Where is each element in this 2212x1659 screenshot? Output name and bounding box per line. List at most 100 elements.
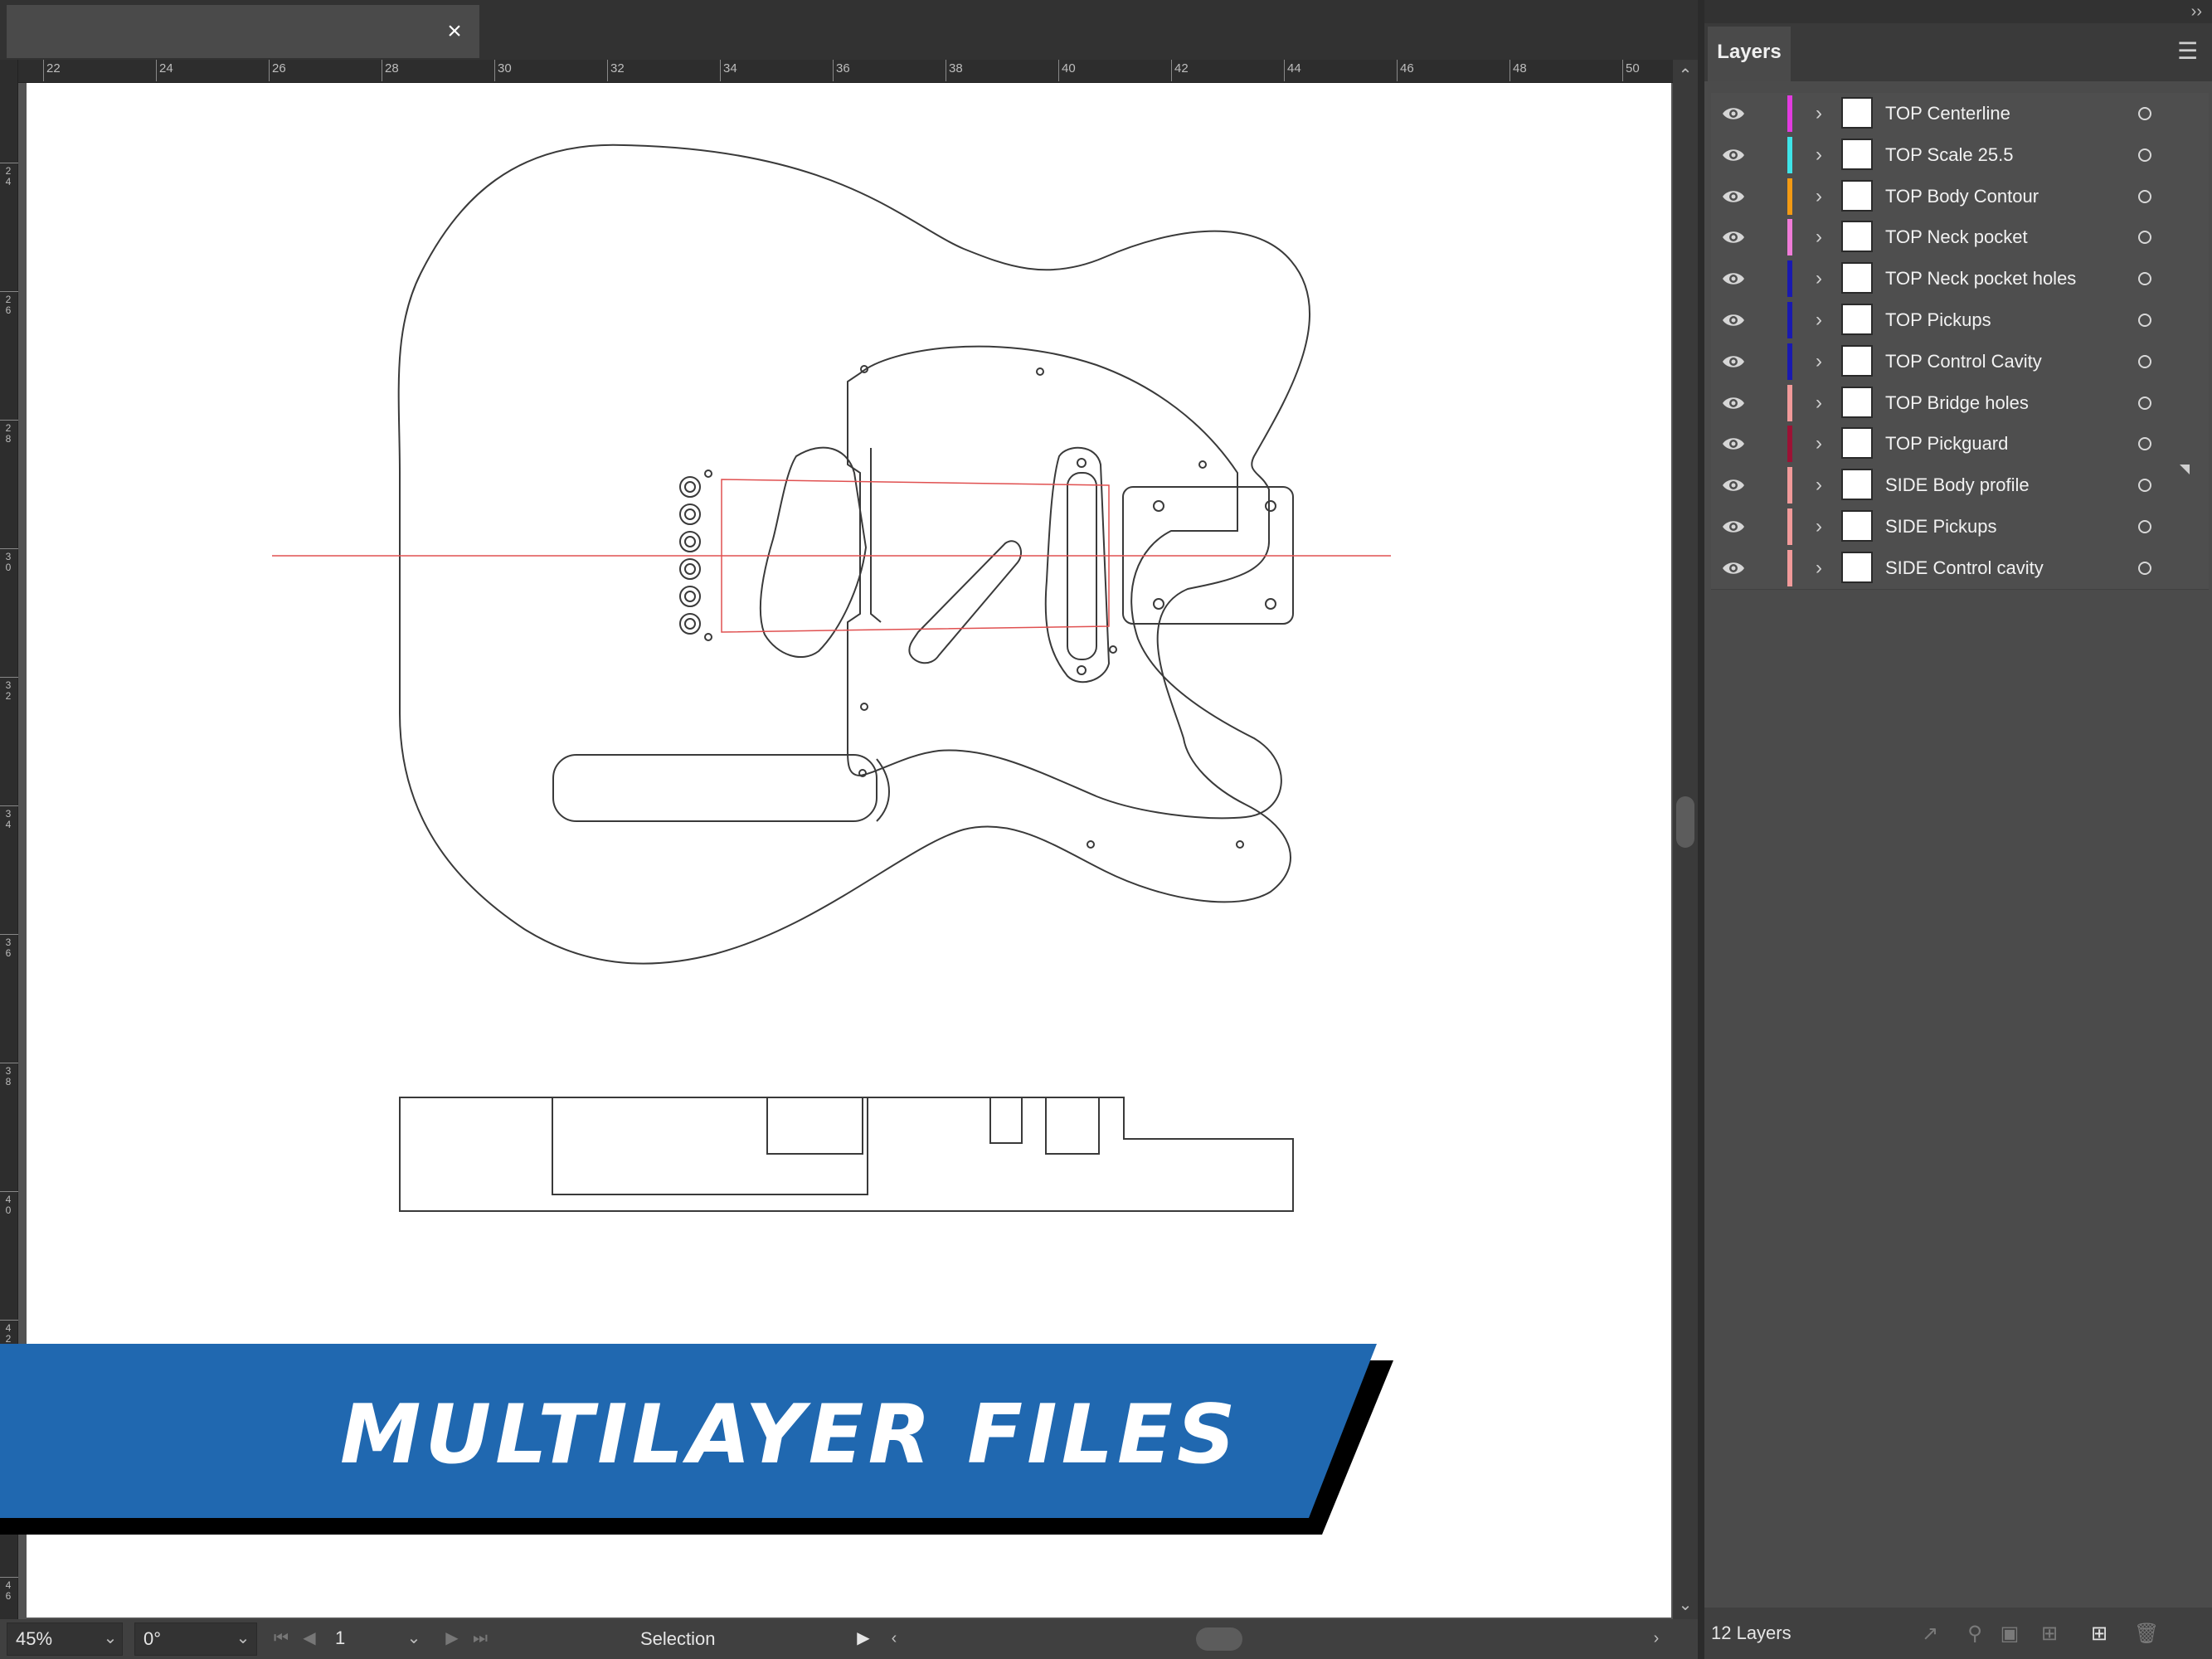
visibility-eye-icon[interactable] [1721, 434, 1746, 454]
layer-row[interactable]: › TOP Control Cavity [1711, 340, 2209, 383]
scroll-left-icon[interactable]: ‹ [883, 1623, 905, 1656]
expand-chevron-icon[interactable]: › [1809, 100, 1829, 128]
last-artboard-icon[interactable]: ⏭ [469, 1623, 491, 1656]
panel-footer: 12 Layers ↗ ⚲ ▣ ⊞ ⊞ 🗑 [1704, 1608, 2212, 1659]
expand-chevron-icon[interactable]: › [1809, 348, 1829, 376]
expand-chevron-icon[interactable]: › [1809, 430, 1829, 458]
expand-chevron-icon[interactable]: › [1809, 554, 1829, 582]
target-circle-icon[interactable] [2138, 354, 2151, 368]
visibility-eye-icon[interactable] [1721, 393, 1746, 413]
layer-name[interactable]: TOP Body Contour [1885, 176, 2159, 217]
layer-name[interactable]: TOP Neck pocket holes [1885, 258, 2159, 299]
scroll-up-icon[interactable]: ⌃ [1673, 65, 1698, 86]
layer-row[interactable]: › TOP Bridge holes [1711, 382, 2209, 425]
zoom-dropdown-icon[interactable]: ⌄ [100, 1623, 121, 1656]
document-tab[interactable]: × [7, 5, 479, 58]
expand-chevron-icon[interactable]: › [1809, 389, 1829, 417]
layer-thumbnail [1841, 179, 1873, 212]
layer-row[interactable]: › SIDE Pickups [1711, 506, 2209, 548]
visibility-eye-icon[interactable] [1721, 352, 1746, 372]
visibility-eye-icon[interactable] [1721, 104, 1746, 124]
panel-divider[interactable] [1698, 0, 1704, 1659]
rotation-dropdown-icon[interactable]: ⌄ [232, 1623, 254, 1656]
visibility-eye-icon[interactable] [1721, 558, 1746, 578]
close-tab-icon[interactable]: × [438, 15, 471, 48]
visibility-eye-icon[interactable] [1721, 475, 1746, 495]
expand-chevron-icon[interactable]: › [1809, 141, 1829, 169]
ruler-label: 36 [836, 61, 850, 75]
new-layer-icon[interactable]: ⊞ [2088, 1623, 2111, 1646]
expand-chevron-icon[interactable]: › [1809, 182, 1829, 211]
layer-row[interactable]: › TOP Scale 25.5 [1711, 134, 2209, 177]
layer-row[interactable]: › TOP Pickups [1711, 299, 2209, 342]
control-cavity-edge [876, 758, 890, 822]
target-circle-icon[interactable] [2138, 107, 2151, 120]
layer-row[interactable]: › TOP Pickguard [1711, 423, 2209, 466]
layer-name[interactable]: SIDE Pickups [1885, 506, 2159, 547]
visibility-eye-icon[interactable] [1721, 517, 1746, 537]
ruler-tick [0, 1320, 18, 1321]
ruler-label: 40 [5, 1194, 12, 1216]
ruler-tick [1058, 60, 1059, 81]
layer-row[interactable]: › SIDE Body profile [1711, 465, 2209, 508]
layer-name[interactable]: TOP Neck pocket [1885, 216, 2159, 258]
layer-name[interactable]: TOP Pickups [1885, 299, 2159, 341]
make-clipping-mask-icon[interactable]: ▣ [1998, 1623, 2021, 1646]
delete-icon[interactable]: 🗑 [2134, 1623, 2159, 1646]
status-menu-icon[interactable]: ▶ [853, 1623, 874, 1656]
hamburger-menu-icon[interactable]: ☰ [2177, 40, 2200, 63]
export-icon[interactable]: ↗ [1918, 1623, 1942, 1646]
target-circle-icon[interactable] [2138, 520, 2151, 533]
target-circle-icon[interactable] [2138, 189, 2151, 203]
layer-name[interactable]: TOP Control Cavity [1885, 341, 2159, 382]
layer-name[interactable]: TOP Bridge holes [1885, 382, 2159, 424]
ruler-label: 38 [5, 1065, 12, 1087]
target-circle-icon[interactable] [2138, 561, 2151, 575]
visibility-eye-icon[interactable] [1721, 310, 1746, 330]
vertical-scrollbar[interactable]: ⌃ ⌄ [1673, 60, 1698, 1619]
collapse-panels-icon[interactable]: ›› [2191, 0, 2202, 23]
ruler-label: 34 [5, 808, 12, 830]
ruler-label: 32 [5, 679, 12, 702]
new-sublayer-icon[interactable]: ⊞ [2038, 1623, 2061, 1646]
visibility-eye-icon[interactable] [1721, 227, 1746, 247]
tab-layers[interactable]: Layers [1708, 27, 1791, 81]
vertical-scroll-thumb[interactable] [1676, 796, 1694, 848]
artboard-dropdown-icon[interactable]: ⌄ [403, 1623, 425, 1656]
locate-object-icon[interactable]: ⚲ [1963, 1623, 1986, 1646]
layer-color-swatch [1787, 219, 1792, 256]
scroll-down-icon[interactable]: ⌄ [1673, 1594, 1698, 1616]
target-circle-icon[interactable] [2138, 396, 2151, 410]
layer-name[interactable]: SIDE Control cavity [1885, 547, 2159, 589]
layer-name[interactable]: TOP Centerline [1885, 93, 2159, 134]
visibility-eye-icon[interactable] [1721, 145, 1746, 165]
scroll-right-icon[interactable]: › [1646, 1623, 1667, 1656]
expand-chevron-icon[interactable]: › [1809, 265, 1829, 293]
visibility-eye-icon[interactable] [1721, 187, 1746, 207]
layer-name[interactable]: TOP Pickguard [1885, 423, 2159, 465]
ruler-tick [43, 60, 44, 81]
next-artboard-icon[interactable]: ▶ [441, 1623, 463, 1656]
layer-row[interactable]: › TOP Neck pocket holes [1711, 258, 2209, 301]
target-circle-icon[interactable] [2138, 314, 2151, 327]
visibility-eye-icon[interactable] [1721, 269, 1746, 289]
layer-color-swatch [1787, 426, 1792, 463]
layer-name[interactable]: SIDE Body profile [1885, 465, 2159, 506]
ruler-tick [1171, 60, 1172, 81]
expand-chevron-icon[interactable]: › [1809, 223, 1829, 251]
target-circle-icon[interactable] [2138, 148, 2151, 162]
expand-chevron-icon[interactable]: › [1809, 471, 1829, 499]
panel-header: Layers ☰ [1704, 23, 2212, 81]
layer-row[interactable]: › TOP Neck pocket [1711, 216, 2209, 260]
expand-chevron-icon[interactable]: › [1809, 306, 1829, 334]
layer-row[interactable]: › TOP Body Contour [1711, 175, 2209, 218]
previous-artboard-icon[interactable]: ◀ [299, 1623, 320, 1656]
layer-row[interactable]: › TOP Centerline [1711, 93, 2209, 135]
banner-text: MULTILAYER FILES [340, 1388, 1240, 1482]
layer-name[interactable]: TOP Scale 25.5 [1885, 134, 2159, 176]
first-artboard-icon[interactable]: ⏮ [270, 1623, 292, 1656]
expand-chevron-icon[interactable]: › [1809, 513, 1829, 541]
horizontal-ruler[interactable]: 22 24 26 28 30 32 34 36 38 40 42 44 46 48 50 [18, 60, 1673, 83]
layer-row[interactable]: › SIDE Control cavity [1711, 547, 2209, 590]
horizontal-scroll-thumb[interactable] [1196, 1627, 1242, 1651]
